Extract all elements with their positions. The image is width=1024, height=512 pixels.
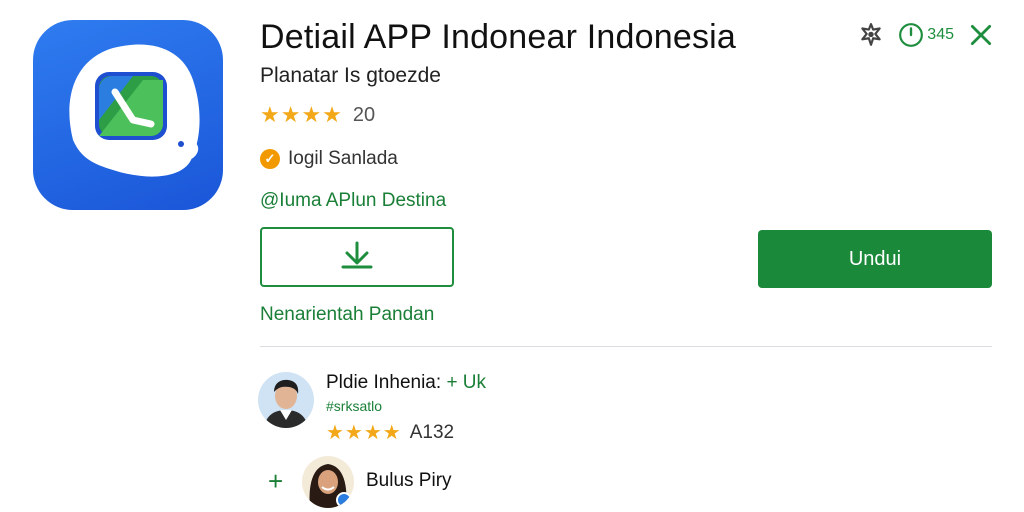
app-logo-icon: [69, 44, 200, 177]
divider: [260, 346, 992, 347]
rating-stars: ★★★★: [260, 102, 343, 127]
reviewer-name-text: Pldie Inhenia:: [326, 372, 442, 393]
settings-icon[interactable]: [858, 22, 884, 48]
developer-link[interactable]: @Iuma APlun Destina: [260, 190, 446, 212]
reviewer-tag: #srksatlo: [326, 398, 383, 414]
top-actions: 345: [858, 22, 994, 48]
reviewer-name: Pldie Inhenia: + Uk: [326, 372, 486, 394]
follow-button[interactable]: + Uk: [446, 372, 486, 393]
app-rating: ★★★★ 20: [260, 102, 375, 128]
reviewer-name: Bulus Piry: [366, 470, 452, 491]
badge-text: Iogil Sanlada: [288, 148, 398, 169]
counter-value: 345: [927, 26, 954, 43]
app-title: Detiail APP Indonear Indonesia: [260, 18, 737, 56]
review-count: A132: [409, 421, 455, 443]
avatar[interactable]: [258, 372, 314, 428]
download-button[interactable]: Undui: [758, 230, 992, 288]
review-stars: ★★★★: [326, 422, 402, 444]
secondary-link[interactable]: Nenarientah Pandan: [260, 304, 434, 326]
app-subtitle: Planatar Is gtoezde: [260, 64, 441, 87]
review-rating: ★★★★ A132: [326, 420, 454, 445]
check-badge-icon: ✓: [260, 149, 280, 169]
close-icon[interactable]: [968, 22, 994, 48]
app-icon: [33, 20, 223, 210]
install-icon-button[interactable]: [260, 227, 454, 287]
avatar[interactable]: [302, 456, 354, 508]
clock-icon: [899, 23, 924, 47]
download-counter[interactable]: 345: [898, 22, 954, 48]
rating-count: 20: [352, 103, 376, 126]
add-button[interactable]: +: [268, 466, 283, 497]
badge-row: ✓ Iogil Sanlada: [260, 148, 398, 170]
download-arrow-icon: [341, 241, 373, 269]
